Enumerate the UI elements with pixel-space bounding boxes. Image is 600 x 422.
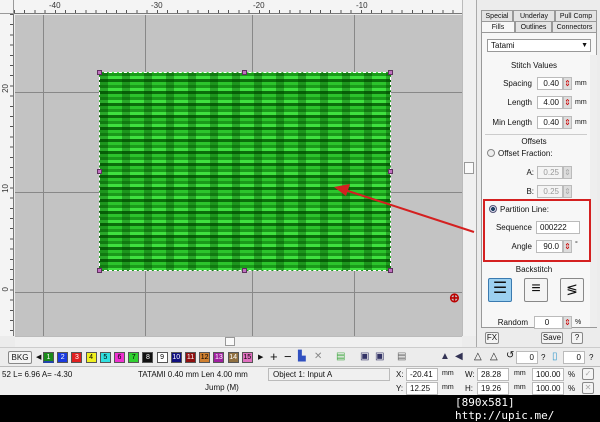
- thread-color-swatch[interactable]: 4: [85, 352, 97, 363]
- status-bar: 52 L= 6.96 A= -4.30 TATAMI 0.40 mm Len 4…: [0, 366, 600, 395]
- thread-color-swatch[interactable]: 5: [99, 352, 111, 363]
- thread-color-swatch[interactable]: 2: [57, 352, 69, 363]
- thread-color-swatch[interactable]: 14: [227, 352, 239, 363]
- color-tool-icon[interactable]: ▙: [298, 351, 306, 362]
- slant-angle-input[interactable]: 0: [563, 351, 585, 364]
- x-label: X:: [396, 370, 404, 379]
- thread-color-swatch[interactable]: 9: [156, 352, 168, 363]
- thread-color-swatch[interactable]: 1: [43, 352, 54, 363]
- rotate-help[interactable]: ?: [541, 353, 545, 362]
- jump-info: Jump (M): [205, 383, 239, 392]
- scroll-right-icon[interactable]: ▶: [258, 353, 263, 361]
- palette-icon[interactable]: ▤: [336, 351, 345, 362]
- width-percent-input[interactable]: 100.00: [532, 368, 564, 381]
- thread-color-swatch[interactable]: 11: [185, 352, 196, 363]
- width-input[interactable]: 28.28: [477, 368, 509, 381]
- cursor-coords: 52 L= 6.96 A= -4.30: [2, 370, 73, 379]
- load-thread-icon[interactable]: ▣: [360, 351, 369, 362]
- h-unit: mm: [514, 384, 526, 391]
- color-toolbar: BKG ◀ 1 2 3 4 5 6 7 8 9 10 11 12 13 14 15 ▶ + − ▙ ✕ ▤ …: [0, 347, 600, 366]
- thread-color-swatch[interactable]: 8: [142, 352, 154, 363]
- rotate-icon[interactable]: ↺: [506, 350, 514, 361]
- thread-color-swatch[interactable]: 15: [241, 352, 253, 363]
- thread-color-swatch[interactable]: 12: [199, 352, 211, 363]
- rotate-angle-input[interactable]: 0: [516, 351, 538, 364]
- apply-button[interactable]: ✓: [582, 368, 594, 380]
- hide-stitches-icon[interactable]: ✕: [314, 351, 322, 362]
- slant-icon[interactable]: ▯: [552, 351, 558, 362]
- thread-color-swatch[interactable]: 10: [170, 352, 182, 363]
- thread-color-swatch[interactable]: 3: [71, 352, 83, 363]
- thread-color-swatch[interactable]: 6: [114, 352, 125, 363]
- h-label: H:: [465, 384, 473, 393]
- w-unit: mm: [514, 370, 526, 377]
- x-input[interactable]: -20.41: [406, 368, 438, 381]
- mirror-vertical-icon[interactable]: ◀: [455, 351, 463, 362]
- slant-help[interactable]: ?: [589, 353, 593, 362]
- w-pct-unit: %: [568, 370, 576, 379]
- object-field: Object 1: Input A: [268, 368, 390, 381]
- thread-color-swatch[interactable]: 7: [128, 352, 140, 363]
- thread-color-swatch[interactable]: 13: [213, 352, 225, 363]
- cancel-button[interactable]: ✕: [582, 382, 594, 394]
- annotation-arrow: [334, 184, 475, 233]
- add-color-icon[interactable]: +: [270, 349, 278, 364]
- watermark: [890x581] http://upic.me/: [455, 396, 555, 422]
- x-unit: mm: [442, 370, 454, 377]
- h-pct-unit: %: [568, 384, 576, 393]
- background-color-button[interactable]: BKG: [8, 351, 32, 364]
- thread-chart-icon[interactable]: ▤: [397, 351, 406, 362]
- remove-color-icon[interactable]: −: [284, 349, 292, 364]
- application-window: -40 -30 -20 -10 20 10 0 ⊕ Special Underl…: [0, 0, 600, 395]
- w-label: W:: [465, 370, 475, 379]
- y-unit: mm: [442, 384, 454, 391]
- scroll-left-icon[interactable]: ◀: [36, 353, 41, 361]
- rotate-left-icon[interactable]: △: [474, 351, 482, 362]
- y-label: Y:: [396, 384, 404, 393]
- stitch-info: TATAMI 0.40 mm Len 4.00 mm: [138, 370, 248, 379]
- mirror-horizontal-icon[interactable]: ▲: [440, 351, 450, 362]
- y-input[interactable]: 12.25: [406, 382, 438, 395]
- height-input[interactable]: 19.26: [477, 382, 509, 395]
- rotate-right-icon[interactable]: △: [490, 351, 498, 362]
- height-percent-input[interactable]: 100.00: [532, 382, 564, 395]
- object-label: Object 1: Input A: [273, 370, 333, 379]
- save-thread-icon[interactable]: ▣: [375, 351, 384, 362]
